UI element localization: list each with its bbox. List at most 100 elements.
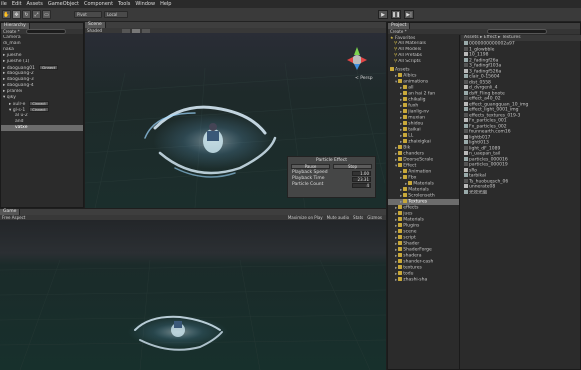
menu-item-help[interactable]: Help — [160, 1, 171, 7]
chevron-right-icon[interactable]: ▸ — [395, 74, 397, 79]
folder-icon — [398, 229, 403, 233]
folder-icon — [403, 115, 408, 119]
chevron-right-icon[interactable]: ▸ — [400, 98, 402, 103]
texture-thumbnail-icon — [464, 79, 468, 84]
chevron-right-icon[interactable]: ▸ — [400, 92, 402, 97]
menu-item-gameobject[interactable]: GameObject — [48, 1, 79, 7]
folder-tree-item[interactable]: ▸ zhashi-sha — [388, 277, 459, 283]
chevron-right-icon[interactable]: ▸ — [395, 272, 397, 277]
menu-item-tools[interactable]: Tools — [118, 1, 130, 7]
chevron-right-icon[interactable]: ▸ — [400, 170, 402, 175]
chevron-right-icon[interactable]: ▸ — [400, 128, 402, 133]
pause-button[interactable]: ❚❚ — [391, 10, 401, 19]
chevron-right-icon[interactable]: ▸ — [395, 224, 397, 229]
chevron-right-icon[interactable]: ▸ — [395, 218, 397, 223]
chevron-right-icon[interactable]: ▸ — [395, 230, 397, 235]
folder-tree-label: fuxh — [408, 103, 419, 109]
chevron-right-icon[interactable]: ▸ — [400, 194, 402, 199]
folder-icon — [403, 85, 408, 89]
chevron-right-icon[interactable]: ▸ — [400, 140, 402, 145]
prefab-select-button[interactable]: Cinnect — [29, 107, 49, 112]
asset-file-label: tarbikal — [469, 173, 487, 179]
hierarchy-search-input[interactable] — [25, 29, 66, 34]
chevron-right-icon[interactable]: ▸ — [395, 212, 397, 217]
folder-tree-label: taikai — [408, 127, 421, 133]
play-button[interactable]: ▶ — [378, 10, 388, 19]
texture-thumbnail-icon — [464, 151, 468, 155]
chevron-down-icon[interactable]: ▾ — [395, 80, 397, 85]
texture-thumbnail-icon — [464, 52, 468, 56]
move-tool-button[interactable]: ✥ — [12, 10, 21, 19]
hierarchy-item-label: ▾ qiky — [3, 95, 16, 100]
chevron-right-icon[interactable]: ▸ — [400, 188, 402, 193]
chevron-right-icon[interactable]: ▸ — [400, 200, 402, 205]
hand-tool-button[interactable]: ✋ — [2, 10, 11, 19]
chevron-right-icon[interactable]: ▸ — [400, 122, 402, 127]
menu-item-edit[interactable]: Edit — [12, 1, 22, 7]
favorite-item-label: All Prefabs — [398, 53, 423, 58]
texture-thumbnail-icon — [464, 178, 468, 183]
texture-thumbnail-icon — [464, 96, 468, 100]
chevron-right-icon[interactable]: ▸ — [395, 146, 397, 151]
hierarchy-item[interactable]: vatxe — [1, 125, 83, 131]
audio-toggle[interactable] — [142, 28, 151, 33]
particle-stop-button[interactable]: Stop — [333, 164, 372, 169]
chevron-right-icon[interactable]: ▸ — [400, 86, 402, 91]
chevron-right-icon[interactable]: ▸ — [395, 206, 397, 211]
game-view[interactable]: Game Free Aspect Maximize on Play Mute au… — [0, 209, 386, 370]
lighting-toggle[interactable] — [132, 28, 141, 33]
hierarchy-create-button[interactable]: Create * — [3, 29, 20, 34]
rotate-tool-button[interactable]: ↻ — [22, 10, 31, 19]
chevron-right-icon[interactable]: ▸ — [395, 248, 397, 253]
texture-thumbnail-icon — [464, 101, 468, 106]
particle-pause-button[interactable]: Pause — [291, 164, 330, 169]
folder-tree-label: Effect — [403, 163, 417, 169]
menu-item-ile[interactable]: ile — [1, 1, 7, 7]
menu-item-component[interactable]: Component — [84, 1, 113, 7]
chevron-right-icon[interactable]: ▸ — [395, 152, 397, 157]
scale-tool-button[interactable]: ⤢ — [32, 10, 41, 19]
particle-row-value[interactable]: 4 — [352, 182, 371, 188]
chevron-right-icon[interactable]: ▸ — [395, 158, 397, 163]
pivot-toggle[interactable]: Pivot — [74, 11, 102, 18]
chevron-right-icon[interactable]: ▸ — [395, 266, 397, 271]
asset-file-item[interactable]: 光效光圈 — [461, 189, 581, 195]
rect-tool-button[interactable]: ▭ — [42, 10, 51, 19]
folder-tree-label: script — [403, 235, 416, 241]
project-create-button[interactable]: Create * — [390, 29, 407, 34]
hierarchy-item-label: and — [15, 119, 24, 124]
hierarchy-item-label: ▸ daoguang-4 — [3, 83, 34, 88]
projection-label[interactable]: < Persp — [355, 75, 373, 81]
scene-view[interactable]: Scene Shaded < Persp Particle Effect Pau… — [85, 22, 386, 208]
menu-item-window[interactable]: Window — [135, 1, 155, 7]
chevron-right-icon[interactable]: ▸ — [405, 182, 407, 187]
chevron-right-icon[interactable]: ▸ — [400, 134, 402, 139]
folder-icon — [398, 217, 403, 221]
favorite-item-label: All Models — [398, 47, 422, 52]
particle-row-value[interactable]: 23.31 — [352, 176, 371, 182]
project-search-input[interactable] — [486, 29, 547, 34]
chevron-right-icon[interactable]: ▸ — [400, 116, 402, 121]
folder-tree-label: animations — [403, 79, 429, 85]
chevron-right-icon[interactable]: ▸ — [395, 242, 397, 247]
local-toggle[interactable]: Local — [104, 11, 128, 18]
folder-icon — [398, 211, 403, 215]
chevron-right-icon[interactable]: ▸ — [395, 236, 397, 241]
favorite-item[interactable]: ⚲All Scripts — [388, 59, 459, 65]
chevron-right-icon[interactable]: ▸ — [395, 260, 397, 265]
particle-row-value[interactable]: 1.00 — [352, 170, 371, 176]
texture-thumbnail-icon — [464, 85, 468, 89]
chevron-right-icon[interactable]: ▸ — [400, 176, 402, 181]
prefab-select-button[interactable]: Cinnect — [38, 65, 59, 70]
folder-icon — [398, 271, 403, 275]
chevron-right-icon[interactable]: ▸ — [400, 104, 402, 109]
2d-toggle[interactable] — [122, 28, 131, 33]
chevron-right-icon[interactable]: ▸ — [395, 254, 397, 259]
prefab-select-button[interactable]: Cinnect — [29, 101, 49, 106]
step-button[interactable]: ▶| — [404, 10, 414, 19]
chevron-down-icon[interactable]: ▾ — [395, 164, 397, 169]
chevron-right-icon[interactable]: ▸ — [395, 278, 397, 283]
hierarchy-item-label: ▸ jueshe (1) — [3, 59, 30, 64]
menu-item-assets[interactable]: Assets — [27, 1, 43, 7]
chevron-right-icon[interactable]: ▸ — [400, 110, 402, 115]
